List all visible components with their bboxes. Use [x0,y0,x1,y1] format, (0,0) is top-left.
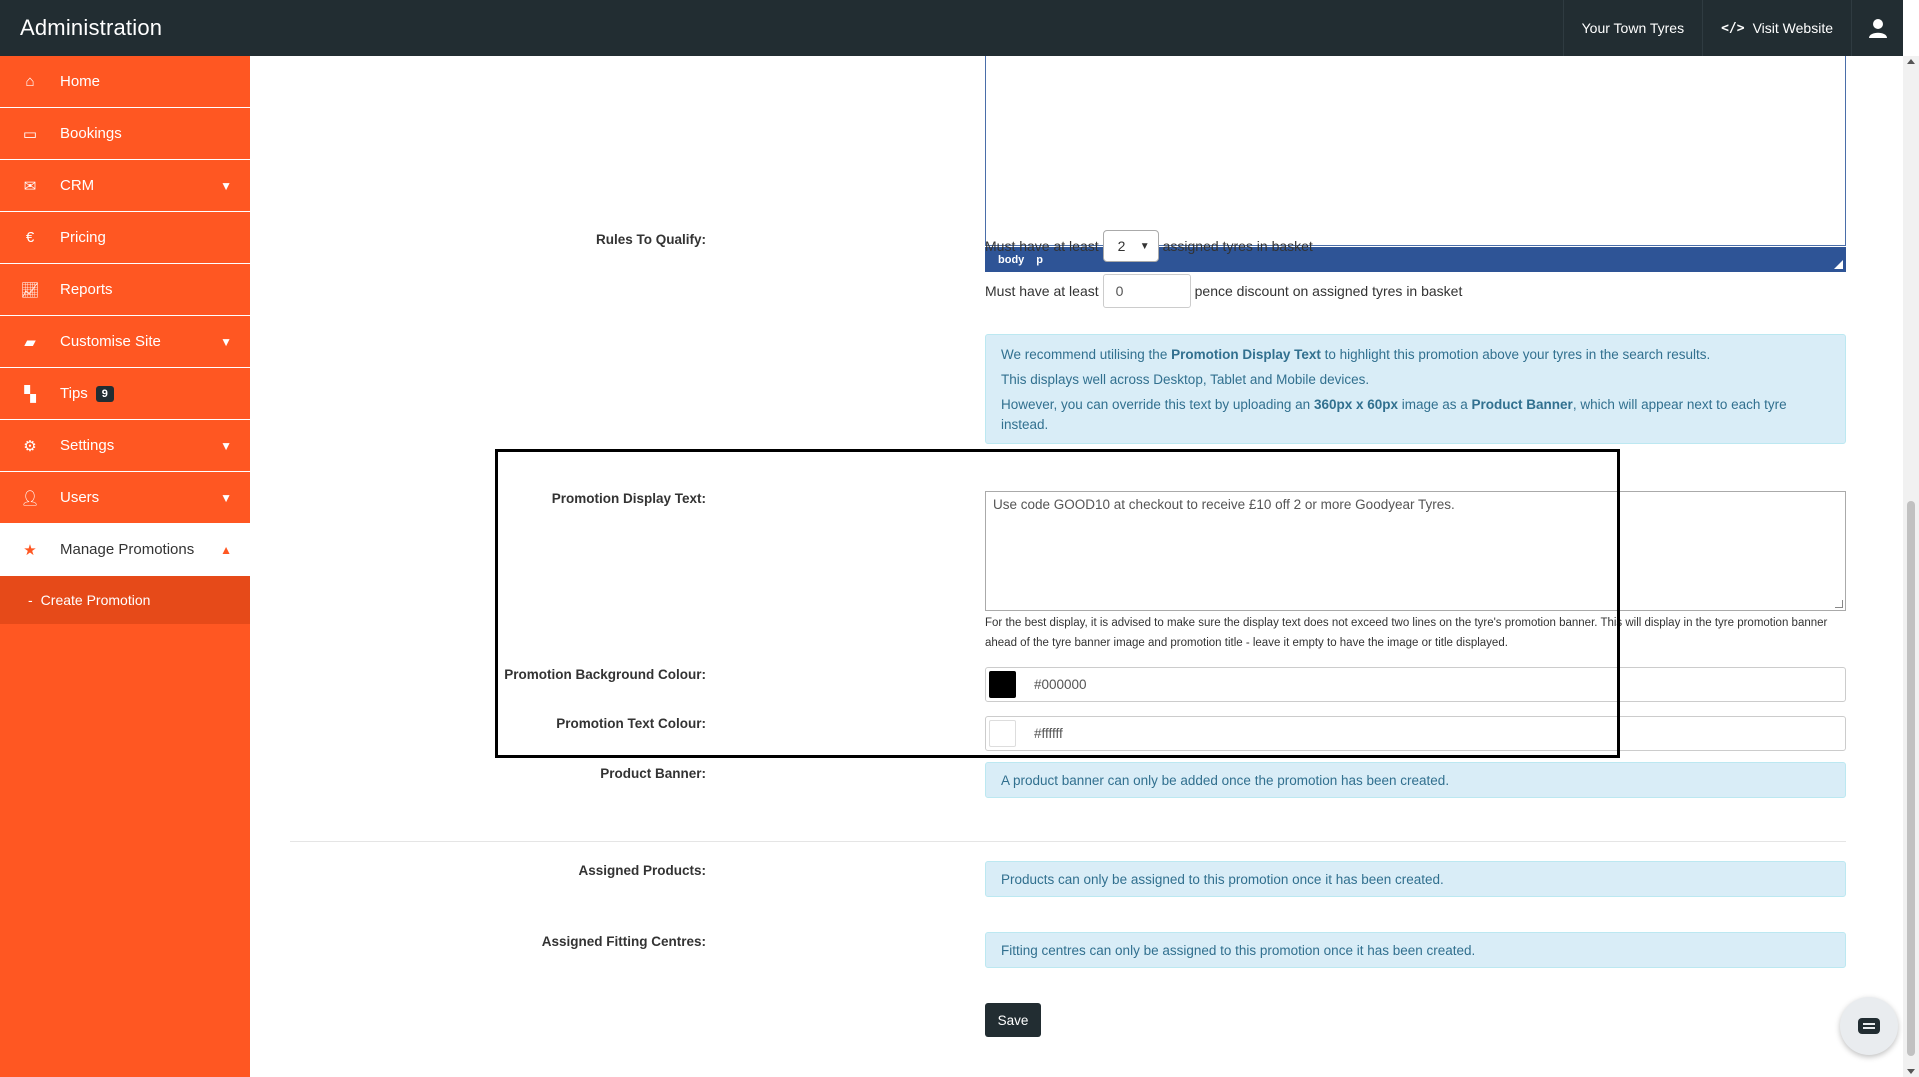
sidebar-item-crm[interactable]: ✉ CRM ▼ [0,160,250,212]
sidebar-item-users[interactable]: 👤︎ Users ▼ [0,472,250,524]
envelope-icon: ✉ [23,177,37,195]
sidebar-item-label: Pricing [60,229,106,246]
sidebar-item-label: Bookings [60,125,122,142]
sidebar-subitem-create-promotion[interactable]: - Create Promotion [0,576,250,624]
chevron-down-icon: ▼ [1139,240,1150,252]
euro-icon: € [25,229,35,246]
binoculars-icon: ▚ [24,385,36,403]
section-divider [290,841,1846,842]
rule-min-tyres-suffix: assigned tyres in basket [1162,238,1313,254]
product-banner-message: A product banner can only be added once … [1001,772,1450,788]
product-banner-label: Product Banner: [600,766,706,781]
min-discount-input[interactable]: 0 [1102,274,1191,308]
chevron-down-icon: ▼ [220,490,232,505]
rule-min-discount-prefix: Must have at least [985,283,1099,299]
sidebar-item-label: Tips [60,385,88,402]
sidebar-item-manage-promotions[interactable]: ★ Manage Promotions ▲ [0,524,250,576]
scroll-up-icon[interactable] [1907,59,1915,64]
recommend-info-box: We recommend utilising the Promotion Dis… [985,334,1846,444]
assigned-centres-label: Assigned Fitting Centres: [541,934,706,949]
rule-min-discount: Must have at least 0 pence discount on a… [985,274,1462,308]
product-banner-info: A product banner can only be added once … [985,762,1846,798]
user-icon [1868,19,1887,38]
tips-count-badge: 9 [95,385,114,402]
assigned-centres-info: Fitting centres can only be assigned to … [985,932,1846,968]
min-discount-value: 0 [1115,283,1124,299]
chevron-down-icon: ▼ [220,438,232,453]
sidebar-item-pricing[interactable]: € Pricing [0,212,250,264]
user-icon: 👤︎ [20,489,40,507]
recommend-line-3: However, you can override this text by u… [1001,397,1787,432]
sidebar: ⌂ Home ▭ Bookings ✉ CRM ▼ € Pricing 📈︎ R… [0,56,250,1077]
visit-website-link[interactable]: </> Visit Website [1702,0,1851,56]
recommend-line-2: This displays well across Desktop, Table… [1001,372,1370,387]
sidebar-item-settings[interactable]: ⚙ Settings ▼ [0,420,250,472]
sidebar-item-tips[interactable]: ▚ Tips 9 [0,368,250,420]
subitem-dash: - [28,592,33,608]
visit-website-label: Visit Website [1752,20,1833,36]
recommend-line-1: We recommend utilising the Promotion Dis… [1001,347,1711,362]
highlight-frame [495,449,1620,758]
page-scrollbar[interactable] [1903,56,1919,1077]
paint-roller-icon: ▰ [24,333,36,351]
scrollbar-thumb[interactable] [1907,501,1915,1056]
resize-handle-icon[interactable] [1835,600,1843,608]
sidebar-item-label: Customise Site [60,333,161,350]
sidebar-item-home[interactable]: ⌂ Home [0,56,250,108]
site-name-link[interactable]: Your Town Tyres [1562,0,1702,56]
user-menu-button[interactable] [1851,0,1903,56]
line-chart-icon: 📈︎ [20,281,40,299]
description-editor[interactable] [985,56,1846,246]
chat-widget-button[interactable] [1840,997,1898,1055]
chevron-down-icon: ▼ [220,178,232,193]
min-tyres-value: 2 [1117,238,1126,254]
sidebar-item-label: Reports [60,281,113,298]
resize-handle-icon[interactable] [1834,260,1843,269]
top-bar: Administration Your Town Tyres </> Visit… [0,0,1903,56]
chat-icon [1858,1018,1880,1034]
rules-label: Rules To Qualify: [595,232,706,247]
save-button[interactable]: Save [985,1003,1041,1037]
code-icon: </> [1721,20,1745,36]
assigned-products-label: Assigned Products: [578,863,706,878]
chevron-up-icon: ▲ [220,542,232,557]
rule-min-discount-suffix: pence discount on assigned tyres in bask… [1194,283,1463,299]
assigned-products-message: Products can only be assigned to this pr… [1001,871,1444,887]
sidebar-item-bookings[interactable]: ▭ Bookings [0,108,250,160]
sidebar-item-label: Settings [60,437,115,454]
rule-min-tyres-prefix: Must have at least [985,238,1099,254]
credit-card-icon: ▭ [22,125,38,143]
assigned-products-info: Products can only be assigned to this pr… [985,861,1846,897]
gear-icon: ⚙ [23,437,37,455]
assigned-centres-message: Fitting centres can only be assigned to … [1001,942,1476,958]
chevron-down-icon: ▼ [220,334,232,349]
site-name-label: Your Town Tyres [1581,20,1685,36]
sidebar-item-reports[interactable]: 📈︎ Reports [0,264,250,316]
sidebar-item-label: Manage Promotions [60,541,195,558]
sidebar-item-label: Users [60,489,100,506]
sidebar-item-label: Home [60,73,101,90]
min-tyres-select[interactable]: 2 ▼ [1102,230,1159,262]
sidebar-subitem-label: Create Promotion [40,592,151,608]
star-icon: ★ [23,541,37,559]
main-content: body p Rules To Qualify: Must have at le… [250,56,1903,1077]
sidebar-item-label: CRM [60,177,95,194]
scroll-down-icon[interactable] [1907,1069,1915,1074]
rule-min-tyres: Must have at least 2 ▼ assigned tyres in… [985,230,1313,262]
app-title: Administration [20,15,163,40]
sidebar-item-customise-site[interactable]: ▰ Customise Site ▼ [0,316,250,368]
home-icon: ⌂ [25,73,35,90]
